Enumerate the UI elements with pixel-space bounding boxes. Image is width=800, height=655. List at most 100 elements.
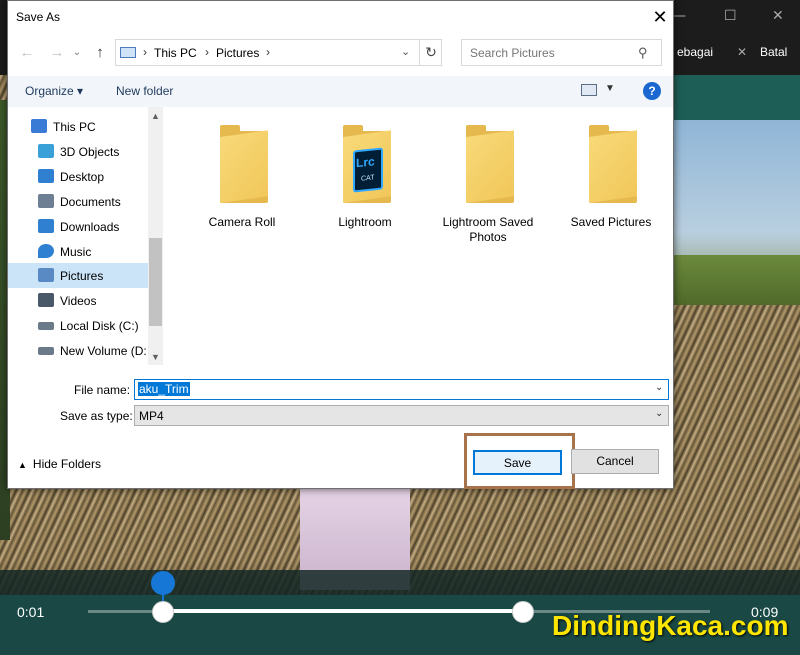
up-arrow-icon[interactable]: ↑ <box>88 41 112 65</box>
sidebar-item-label: Local Disk (C:) <box>60 319 139 334</box>
pc-icon <box>120 47 136 58</box>
scroll-down-icon[interactable]: ▼ <box>151 352 160 362</box>
file-name-dropdown-icon[interactable]: ⌄ <box>655 382 663 393</box>
scroll-up-icon[interactable]: ▲ <box>151 111 160 121</box>
chevron-up-icon: ▲ <box>18 460 27 470</box>
minimize-icon[interactable]: — <box>672 7 686 25</box>
save-type-label: Save as type: <box>60 409 133 423</box>
search-icon[interactable]: ⚲ <box>638 45 648 61</box>
folder-icon <box>220 125 270 205</box>
lightroom-badge-text: Lrc <box>356 154 375 171</box>
nav-scrollbar[interactable] <box>148 107 163 365</box>
cancel-x-icon[interactable]: ✕ <box>737 45 747 59</box>
nav-scrollbar-thumb[interactable] <box>149 238 162 326</box>
cancel-button[interactable]: Cancel <box>571 449 659 474</box>
save-type-value: MP4 <box>139 409 164 423</box>
watermark: DindingKaca.com <box>552 610 789 641</box>
folder-icon <box>589 125 639 205</box>
sidebar-item-label: Downloads <box>60 219 120 234</box>
timeline-band <box>0 570 800 595</box>
music-icon <box>38 243 54 258</box>
lightroom-catalog-text: CAT <box>361 174 375 183</box>
sidebar-item[interactable]: Videos <box>8 288 148 313</box>
sidebar-item[interactable]: Music <box>8 239 148 264</box>
search-input[interactable] <box>462 40 632 65</box>
file-name-label: File name: <box>74 383 131 397</box>
folder-item[interactable]: Lightroom Saved Photos <box>428 123 548 244</box>
time-start: 0:01 <box>17 604 45 620</box>
sidebar-item-label: Documents <box>60 194 121 209</box>
sidebar-item[interactable]: Documents <box>8 189 148 214</box>
cube-icon <box>38 143 54 158</box>
computer-icon <box>31 119 47 133</box>
refresh-icon[interactable]: ↻ <box>419 40 442 65</box>
folder-name: Saved Pictures <box>570 215 652 229</box>
breadcrumb-this-pc[interactable]: This PC <box>154 46 197 60</box>
desktop-icon <box>38 168 54 183</box>
trim-selection <box>162 609 524 613</box>
organize-button[interactable]: Organize ▾ <box>25 84 83 98</box>
help-icon[interactable]: ? <box>643 82 661 100</box>
sidebar-item[interactable]: Desktop <box>8 164 148 189</box>
sidebar-item-label: This PC <box>53 120 96 134</box>
file-list: Camera Roll Lrc CAT Lightroom Lightroom Save… <box>163 107 673 365</box>
sidebar-item-label: Music <box>60 244 92 259</box>
close-app-icon[interactable]: ✕ <box>772 7 784 25</box>
sidebar-item-label: Pictures <box>60 269 104 284</box>
folder-item[interactable]: Lrc CAT Lightroom <box>305 123 425 243</box>
navigation-pane: This PC 3D Objects Desktop Documents Downloa… <box>8 107 163 365</box>
hide-folders-button[interactable]: ▲ Hide Folders <box>18 457 101 471</box>
command-bar: Organize ▾ New folder ▼ ? <box>8 76 673 107</box>
hide-folders-label: Hide Folders <box>32 457 101 471</box>
save-as-toolbar-label[interactable]: ebagai <box>677 45 713 59</box>
forward-arrow-icon[interactable]: → <box>45 41 69 65</box>
sidebar-item-label: 3D Objects <box>60 144 120 159</box>
breadcrumb-pictures[interactable]: Pictures <box>216 46 259 60</box>
save-type-dropdown-icon[interactable]: ⌄ <box>655 408 663 419</box>
dialog-title: Save As <box>16 10 61 24</box>
maximize-icon[interactable]: ☐ <box>724 7 737 25</box>
folder-icon <box>466 125 516 205</box>
drive-icon <box>38 347 54 356</box>
folder-item[interactable]: Camera Roll <box>182 123 302 243</box>
sidebar-item[interactable]: Downloads <box>8 214 148 239</box>
playhead-knob[interactable] <box>150 571 175 595</box>
lightroom-icon: Lrc CAT <box>353 147 383 193</box>
view-dropdown-icon[interactable]: ▼ <box>605 83 615 94</box>
sidebar-item-label: New Volume (D: <box>60 344 147 359</box>
file-name-value[interactable]: aku_Trim <box>138 382 190 396</box>
view-options-icon[interactable] <box>581 84 597 96</box>
address-bar[interactable]: › This PC › Pictures › ⌄ ↻ <box>115 39 442 66</box>
sidebar-item[interactable]: 3D Objects <box>8 139 148 164</box>
trim-start-handle[interactable] <box>151 601 174 623</box>
breadcrumb-separator[interactable]: › <box>143 45 147 59</box>
file-name-field[interactable]: aku_Trim ⌄ <box>134 379 669 400</box>
back-arrow-icon[interactable]: ← <box>15 41 39 65</box>
videos-icon <box>38 293 54 308</box>
sidebar-item[interactable]: This PC <box>8 114 148 139</box>
folder-name: Lightroom Saved Photos <box>442 215 534 244</box>
pictures-icon <box>38 268 54 283</box>
breadcrumb-separator[interactable]: › <box>266 45 270 59</box>
save-as-dialog: Save As ✕ ← → ⌄ ↑ › This PC › Pictures ›… <box>7 0 674 489</box>
folder-item[interactable]: Saved Pictures <box>551 123 671 243</box>
drive-icon <box>38 322 54 331</box>
cancel-toolbar-label[interactable]: Batal <box>760 45 787 59</box>
sidebar-item[interactable]: Pictures <box>8 263 148 289</box>
address-dropdown-icon[interactable]: ⌄ <box>401 45 410 58</box>
folder-name: Lightroom <box>338 215 392 229</box>
documents-icon <box>38 193 54 208</box>
folder-icon: Lrc CAT <box>343 125 393 205</box>
sidebar-item-label: Videos <box>60 294 97 309</box>
breadcrumb-separator[interactable]: › <box>205 45 209 59</box>
search-box[interactable]: ⚲ <box>461 39 662 66</box>
new-folder-button[interactable]: New folder <box>116 84 173 98</box>
sidebar-item-label: Desktop <box>60 169 105 184</box>
sidebar-item[interactable]: Local Disk (C:) <box>8 313 148 338</box>
download-icon <box>38 218 54 233</box>
sidebar-item[interactable]: New Volume (D: <box>8 338 148 363</box>
save-button[interactable]: Save <box>473 450 562 475</box>
dialog-close-icon[interactable]: ✕ <box>648 5 672 29</box>
video-frame-field <box>674 255 800 305</box>
save-type-select[interactable]: MP4 ⌄ <box>134 405 669 426</box>
